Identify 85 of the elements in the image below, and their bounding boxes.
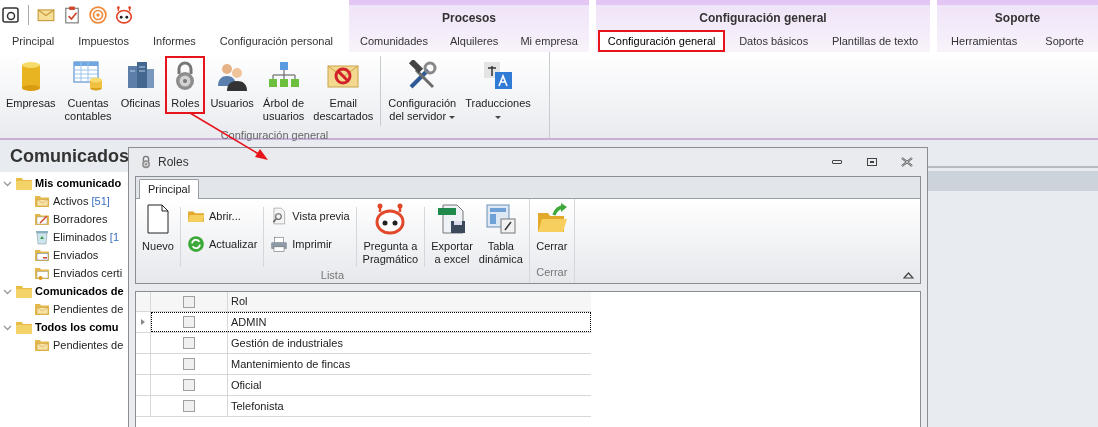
checkbox[interactable]: [183, 358, 195, 370]
recycle-bin-icon: [34, 229, 50, 245]
toolbar-button[interactable]: Pregunta a Pragmático: [359, 203, 422, 266]
spreadsheet-export-icon: [436, 203, 468, 235]
checkbox[interactable]: [183, 400, 195, 412]
ribbon-button[interactable]: Traducciones: [461, 56, 535, 127]
ribbon-button[interactable]: Roles: [165, 56, 206, 114]
app-icon[interactable]: [2, 6, 20, 24]
window-lock-icon: [139, 155, 153, 169]
ribbon-button[interactable]: Árbol de usuarios: [258, 56, 309, 127]
sent-folder-icon: [34, 247, 50, 263]
checkbox[interactable]: [183, 337, 195, 349]
ribbon-tab[interactable]: Datos básicos: [729, 30, 819, 52]
tree-item[interactable]: Borradores: [53, 210, 108, 228]
ribbon-tab[interactable]: Mi empresa: [510, 30, 588, 52]
toolbar-button[interactable]: Imprimir: [270, 234, 350, 254]
ribbon-tab[interactable]: Principal: [2, 30, 65, 52]
folder-icon: [16, 176, 32, 190]
toolbar-button[interactable]: Actualizar: [187, 234, 258, 254]
tree-item[interactable]: Pendientes de: [53, 300, 124, 318]
tree-node[interactable]: Mis comunicado: [35, 174, 122, 192]
tab-group-title: Procesos: [441, 9, 497, 27]
checkbox[interactable]: [183, 379, 195, 391]
spreadsheet-coins-icon: [72, 60, 105, 92]
tree-item[interactable]: Activos [51]: [53, 192, 110, 210]
printer-icon: [270, 235, 289, 253]
tab-group-title: Configuración general: [698, 9, 828, 27]
tree-node[interactable]: Comunicados de: [35, 282, 124, 300]
toolbar-button[interactable]: Exportar a excel: [428, 203, 476, 266]
toolbar-button[interactable]: Vista previa: [270, 206, 350, 226]
broadcast-icon[interactable]: [89, 6, 107, 24]
toolbar-button[interactable]: Nuevo: [139, 203, 177, 253]
toolbar-button[interactable]: Abrir...: [187, 206, 258, 226]
ribbon-button[interactable]: Empresas: [2, 56, 60, 114]
envelope-icon[interactable]: [37, 6, 55, 24]
draft-icon: [34, 211, 50, 227]
ribbon-group-label: Lista: [319, 268, 346, 283]
folder-icon: [16, 320, 32, 334]
table-cell-text: Oficial: [230, 377, 263, 393]
checkbox[interactable]: [183, 295, 195, 308]
ribbon-button[interactable]: Configuración del servidor: [384, 56, 461, 127]
window-title: Roles: [158, 154, 189, 171]
table-cell-text: Telefonista: [230, 398, 285, 414]
envelope-folder-icon: [34, 193, 50, 209]
clipboard-check-icon[interactable]: [63, 6, 81, 24]
pivot-table-icon: [484, 203, 517, 235]
folder-icon: [16, 284, 32, 298]
envelope-folder-icon: [34, 337, 50, 353]
ribbon-tab[interactable]: Impuestos: [68, 30, 139, 52]
translate-icon: [482, 60, 514, 92]
ribbon-tab[interactable]: Principal: [139, 179, 200, 199]
robot-icon: [374, 203, 407, 235]
ribbon-tab[interactable]: Comunidades: [350, 30, 438, 52]
ribbon-tab[interactable]: Configuración personal: [209, 30, 343, 52]
ribbon-tab[interactable]: Informes: [143, 30, 206, 52]
robot-icon[interactable]: [115, 6, 133, 24]
checkbox[interactable]: [183, 316, 195, 328]
ribbon-button[interactable]: Usuarios: [206, 56, 258, 114]
ribbon-tab[interactable]: Soporte: [1035, 30, 1094, 52]
collapse-ribbon-icon[interactable]: [903, 271, 914, 279]
ribbon-tab[interactable]: Configuración general: [597, 30, 726, 52]
refresh-icon: [187, 235, 205, 253]
ribbon-button[interactable]: Oficinas: [116, 56, 165, 114]
ribbon-group-label: Cerrar: [535, 264, 569, 280]
pane-title: Comunicados: [10, 144, 129, 168]
close-icon[interactable]: [901, 157, 913, 167]
tree-node[interactable]: Todos los comu: [35, 318, 119, 336]
toolbar-button[interactable]: Tabla dinámica: [475, 203, 526, 266]
ribbon-button[interactable]: Email descartados: [309, 56, 378, 127]
ribbon-tab[interactable]: Plantillas de texto: [821, 30, 929, 52]
ribbon-button[interactable]: Cuentas contables: [60, 56, 116, 127]
table-cell-text: ADMIN: [230, 314, 268, 330]
tree-item[interactable]: Eliminados [1: [53, 228, 120, 246]
table-cell-text: Mantenimiento de fincas: [230, 356, 352, 372]
tab-group-title: Soporte: [993, 9, 1042, 27]
tree-item[interactable]: Enviados: [53, 246, 99, 264]
tree-item[interactable]: Pendientes de: [53, 336, 124, 354]
folder-arrow-icon: [535, 203, 568, 235]
tree-item[interactable]: Enviados certi: [53, 264, 123, 282]
envelope-folder-icon: [34, 301, 50, 317]
toolbar-button[interactable]: Cerrar: [532, 203, 571, 253]
table-cell-text: Gestión de industriales: [230, 335, 344, 351]
ribbon-tab[interactable]: Alquileres: [440, 30, 509, 52]
certified-folder-icon: [34, 265, 50, 281]
ribbon-tab[interactable]: Herramientas: [941, 30, 1028, 52]
